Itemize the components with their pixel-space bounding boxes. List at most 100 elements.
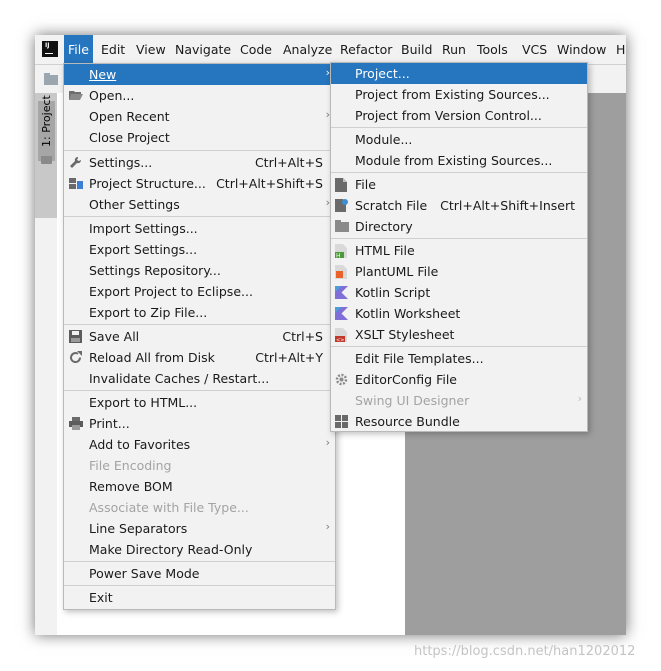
new-menu-project-existing[interactable]: Project from Existing Sources... <box>331 84 587 105</box>
file-menu-add-favorites[interactable]: Add to Favorites › <box>64 434 335 455</box>
project-existing-label: Project from Existing Sources... <box>355 87 550 102</box>
directory-label: Directory <box>355 219 413 234</box>
file-menu-open[interactable]: Open... <box>64 85 335 106</box>
directory-icon <box>335 220 349 233</box>
main-menubar: IJ File Edit View Navigate Code Analyze … <box>35 35 626 65</box>
menu-file[interactable]: File <box>64 35 93 64</box>
menu-edit[interactable]: Edit <box>97 35 129 64</box>
menu-run[interactable]: Run <box>438 35 470 64</box>
menu-tools[interactable]: Tools <box>473 35 512 64</box>
file-menu-associate-file-type: Associate with File Type... <box>64 497 335 518</box>
new-menu-scratch-file[interactable]: Scratch File Ctrl+Alt+Shift+Insert <box>331 195 587 216</box>
file-menu-other-settings[interactable]: Other Settings › <box>64 194 335 215</box>
folder-icon[interactable] <box>44 73 58 85</box>
save-all-label: Save All <box>89 329 140 344</box>
new-menu-editorconfig-file[interactable]: EditorConfig File <box>331 369 587 390</box>
watermark: https://blog.csdn.net/han1202012 <box>414 644 636 659</box>
new-menu-html-file[interactable]: H HTML File <box>331 240 587 261</box>
project-label: Project... <box>355 66 410 81</box>
menu-separator <box>64 390 335 391</box>
new-menu-kotlin-worksheet[interactable]: Kotlin Worksheet <box>331 303 587 324</box>
print-label: Print... <box>89 416 130 431</box>
scratch-file-shortcut: Ctrl+Alt+Shift+Insert <box>440 198 575 213</box>
file-encoding-label: File Encoding <box>89 458 172 473</box>
file-menu-invalidate-caches[interactable]: Invalidate Caches / Restart... <box>64 368 335 389</box>
file-menu-close-project[interactable]: Close Project <box>64 127 335 148</box>
menu-navigate[interactable]: Navigate <box>171 35 235 64</box>
new-menu-module[interactable]: Module... <box>331 129 587 150</box>
file-menu-make-readonly[interactable]: Make Directory Read-Only <box>64 539 335 560</box>
project-folder-icon <box>41 156 52 164</box>
scratch-file-label: Scratch File <box>355 198 428 213</box>
file-menu-export-html[interactable]: Export to HTML... <box>64 392 335 413</box>
new-menu-project[interactable]: Project... <box>331 63 587 84</box>
new-menu-swing-ui-designer: Swing UI Designer › <box>331 390 587 411</box>
new-menu-module-existing[interactable]: Module from Existing Sources... <box>331 150 587 171</box>
file-menu-project-structure[interactable]: Project Structure... Ctrl+Alt+Shift+S <box>64 173 335 194</box>
new-menu-edit-templates[interactable]: Edit File Templates... <box>331 348 587 369</box>
menu-refactor[interactable]: Refactor <box>336 35 396 64</box>
line-separators-label: Line Separators <box>89 521 188 536</box>
menu-view[interactable]: View <box>132 35 170 64</box>
new-menu-resource-bundle[interactable]: Resource Bundle <box>331 411 587 432</box>
menu-separator <box>64 324 335 325</box>
new-menu-directory[interactable]: Directory <box>331 216 587 237</box>
file-menu-import-settings[interactable]: Import Settings... <box>64 218 335 239</box>
xslt-file-icon: <> <box>335 328 348 342</box>
file-menu-open-recent[interactable]: Open Recent › <box>64 106 335 127</box>
new-menu-kotlin-script[interactable]: Kotlin Script <box>331 282 587 303</box>
new-menu-file[interactable]: File <box>331 174 587 195</box>
menu-code[interactable]: Code <box>236 35 276 64</box>
xslt-stylesheet-label: XSLT Stylesheet <box>355 327 455 342</box>
file-menu-export-settings[interactable]: Export Settings... <box>64 239 335 260</box>
wrench-icon <box>69 156 82 169</box>
kotlin-worksheet-label: Kotlin Worksheet <box>355 306 461 321</box>
file-menu-exit[interactable]: Exit <box>64 587 335 608</box>
file-menu-line-separators[interactable]: Line Separators › <box>64 518 335 539</box>
file-menu-export-eclipse[interactable]: Export Project to Eclipse... <box>64 281 335 302</box>
menu-separator <box>331 127 587 128</box>
project-tab-label: 1: Project <box>40 95 53 147</box>
swing-ui-designer-label: Swing UI Designer <box>355 393 470 408</box>
file-menu-reload-all[interactable]: Reload All from Disk Ctrl+Alt+Y <box>64 347 335 368</box>
file-menu-new[interactable]: New › <box>64 64 335 85</box>
new-menu-xslt-stylesheet[interactable]: <> XSLT Stylesheet <box>331 324 587 345</box>
file-menu-save-all[interactable]: Save All Ctrl+S <box>64 326 335 347</box>
file-menu-file-encoding: File Encoding <box>64 455 335 476</box>
scratch-file-icon <box>335 199 348 212</box>
save-icon <box>69 330 82 343</box>
file-menu-settings-repository[interactable]: Settings Repository... <box>64 260 335 281</box>
export-settings-label: Export Settings... <box>89 242 198 257</box>
new-menu-plantuml-file[interactable]: PlantUML File <box>331 261 587 282</box>
file-menu-remove-bom[interactable]: Remove BOM <box>64 476 335 497</box>
add-favorites-label: Add to Favorites <box>89 437 191 452</box>
new-menu-project-vcs[interactable]: Project from Version Control... <box>331 105 587 126</box>
menu-analyze[interactable]: Analyze <box>279 35 336 64</box>
file-menu-power-save[interactable]: Power Save Mode <box>64 563 335 584</box>
open-recent-label: Open Recent <box>89 109 170 124</box>
menu-separator <box>64 216 335 217</box>
settings-label: Settings... <box>89 155 153 170</box>
project-structure-shortcut: Ctrl+Alt+Shift+S <box>216 176 323 191</box>
open-label: Open... <box>89 88 135 103</box>
project-structure-icon <box>69 177 83 190</box>
module-label: Module... <box>355 132 413 147</box>
file-menu-print[interactable]: Print... <box>64 413 335 434</box>
edit-templates-label: Edit File Templates... <box>355 351 484 366</box>
project-vcs-label: Project from Version Control... <box>355 108 542 123</box>
menu-help[interactable]: H <box>612 35 629 64</box>
editorconfig-file-label: EditorConfig File <box>355 372 457 387</box>
menu-window[interactable]: Window <box>553 35 610 64</box>
new-label: New <box>89 67 117 82</box>
kotlin-script-label: Kotlin Script <box>355 285 431 300</box>
menu-separator <box>331 172 587 173</box>
menu-separator <box>331 238 587 239</box>
menu-vcs[interactable]: VCS <box>518 35 551 64</box>
file-menu-export-zip[interactable]: Export to Zip File... <box>64 302 335 323</box>
file-menu-settings[interactable]: Settings... Ctrl+Alt+S <box>64 152 335 173</box>
settings-shortcut: Ctrl+Alt+S <box>254 155 323 170</box>
associate-file-type-label: Associate with File Type... <box>89 500 249 515</box>
file-menu: New › Open... Open Recent › Close Projec… <box>63 63 336 610</box>
export-eclipse-label: Export Project to Eclipse... <box>89 284 253 299</box>
menu-build[interactable]: Build <box>397 35 436 64</box>
